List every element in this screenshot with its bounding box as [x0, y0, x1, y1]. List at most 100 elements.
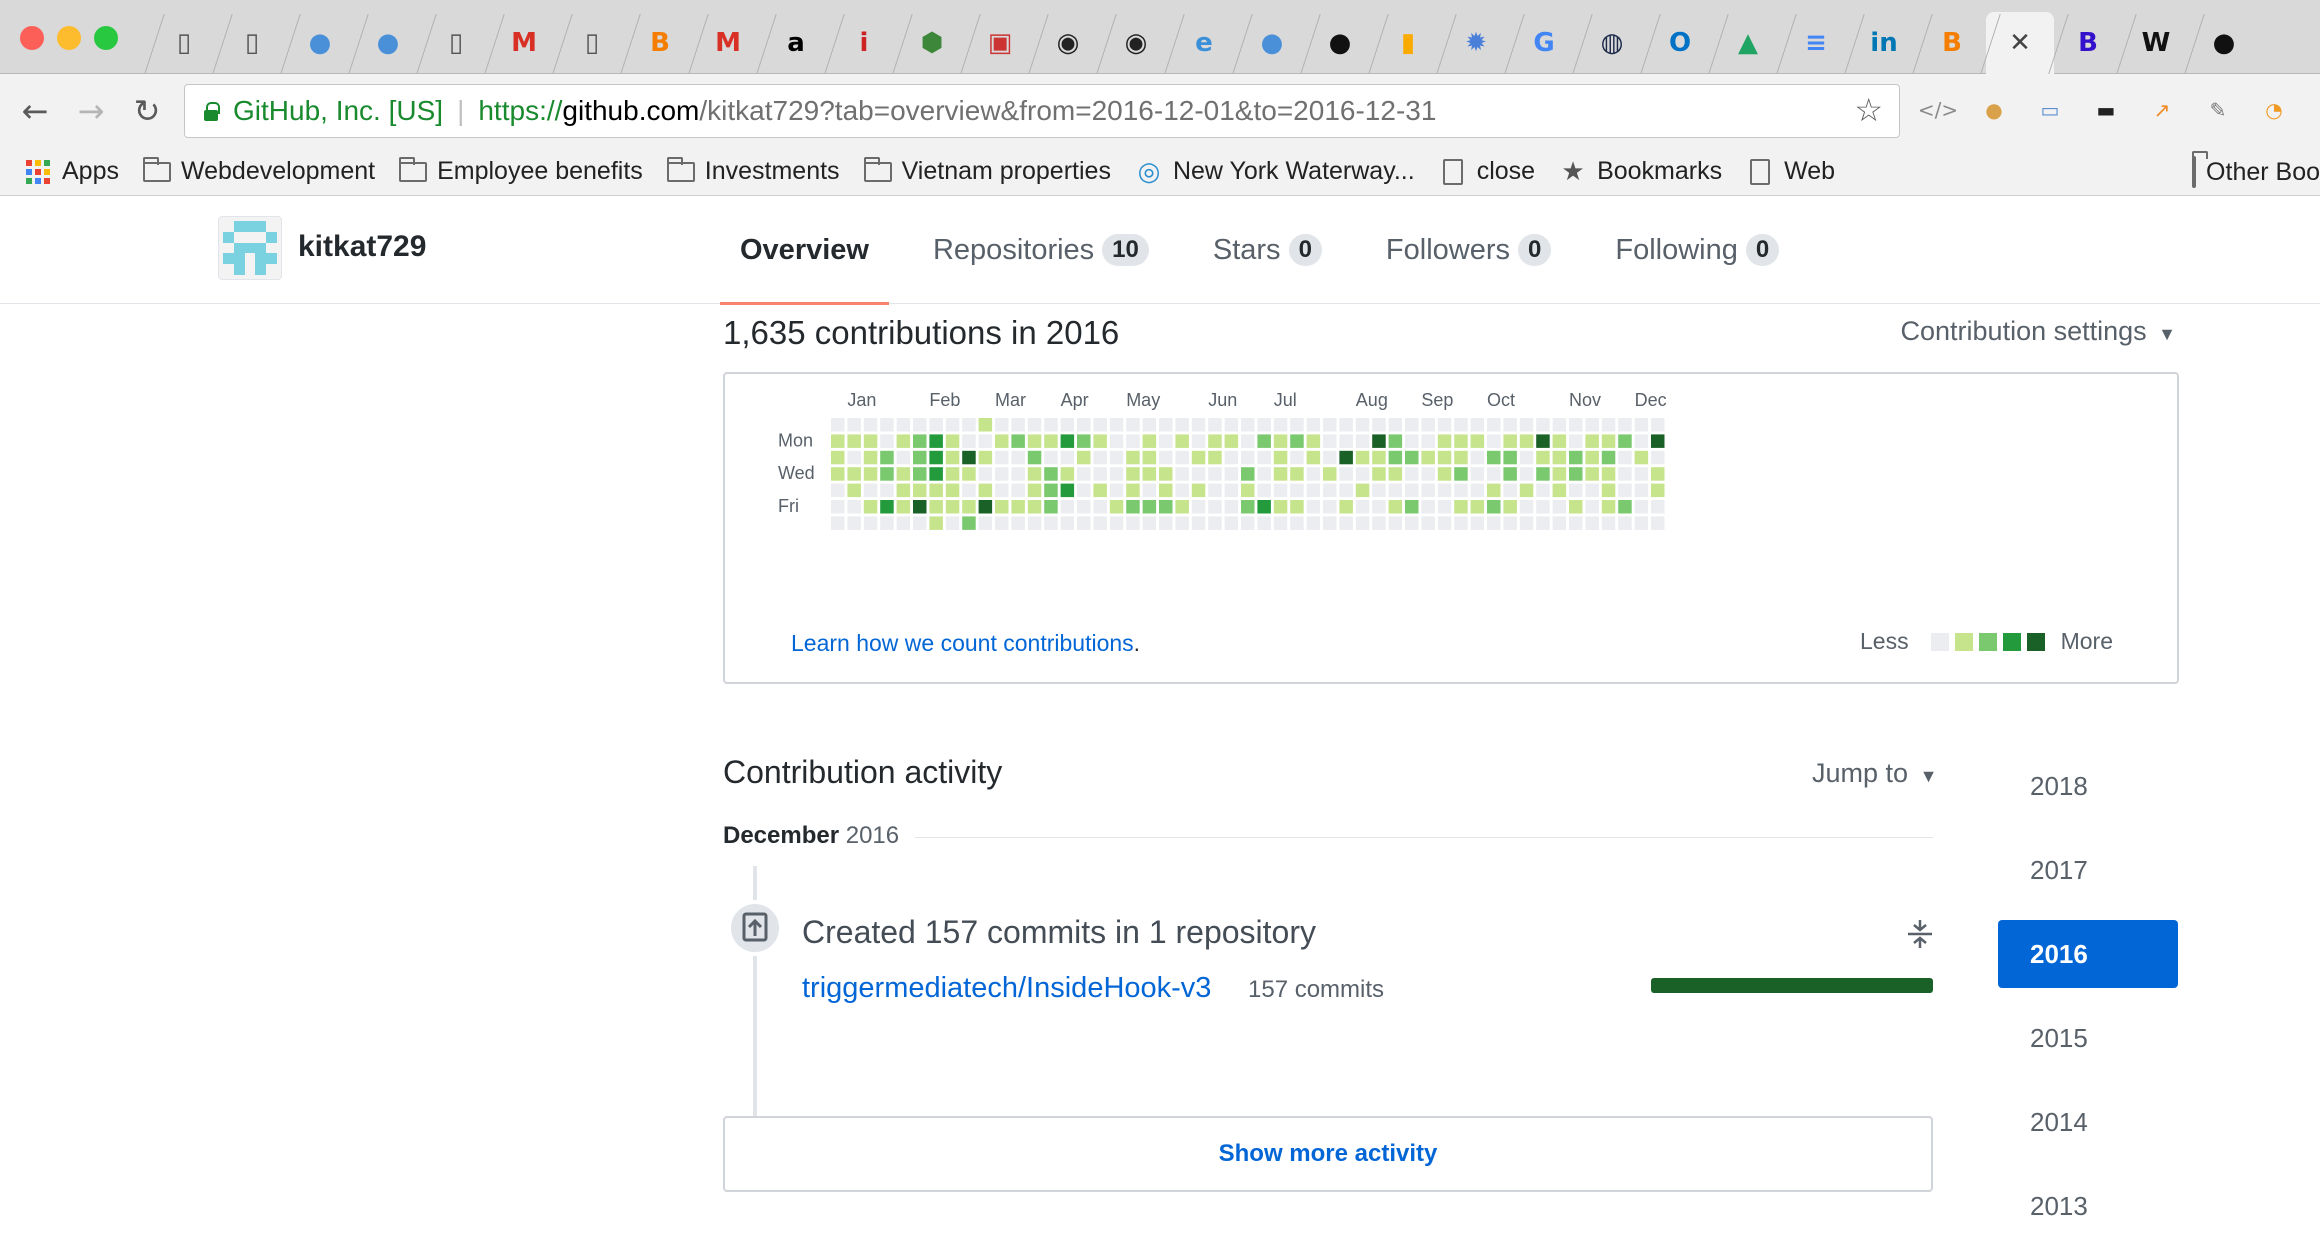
contribution-day[interactable]: [1159, 418, 1173, 432]
contribution-day[interactable]: [1634, 500, 1649, 514]
contribution-day[interactable]: [1405, 500, 1419, 514]
contribution-day[interactable]: [978, 434, 993, 448]
contribution-day[interactable]: [1355, 450, 1370, 465]
contribution-day[interactable]: [1454, 483, 1468, 498]
contribution-day[interactable]: [1421, 450, 1435, 465]
contribution-day[interactable]: [1487, 483, 1501, 498]
contribution-day[interactable]: [1339, 418, 1353, 432]
contribution-day[interactable]: [1503, 467, 1517, 481]
contribution-day[interactable]: [1027, 450, 1042, 465]
contribution-day[interactable]: [1027, 500, 1042, 514]
contribution-day[interactable]: [1208, 467, 1222, 481]
contribution-day[interactable]: [1536, 418, 1550, 432]
contribution-day[interactable]: [1011, 467, 1025, 481]
contribution-day[interactable]: [1126, 467, 1140, 481]
contribution-day[interactable]: [1585, 450, 1599, 465]
contribution-day[interactable]: [1536, 483, 1550, 498]
contribution-day[interactable]: [1536, 500, 1550, 514]
browser-tab[interactable]: in: [1850, 12, 1918, 74]
contribution-day[interactable]: [1421, 434, 1435, 448]
browser-tab[interactable]: a: [762, 12, 830, 74]
contribution-day[interactable]: [831, 418, 845, 432]
learn-contributions-link[interactable]: Learn how we count contributions.: [791, 630, 1140, 657]
contribution-day[interactable]: [1126, 450, 1140, 465]
contribution-day[interactable]: [913, 516, 927, 530]
contribution-day[interactable]: [1437, 467, 1452, 481]
contribution-day[interactable]: [863, 500, 878, 514]
browser-tab[interactable]: e: [1170, 12, 1238, 74]
contribution-day[interactable]: [1109, 483, 1124, 498]
contribution-day[interactable]: [1159, 467, 1173, 481]
contribution-day[interactable]: [1323, 434, 1337, 448]
show-more-activity-button[interactable]: Show more activity: [723, 1116, 1933, 1192]
contribution-day[interactable]: [978, 418, 993, 432]
browser-tab[interactable]: ◉: [1034, 12, 1102, 74]
contribution-day[interactable]: [1060, 434, 1075, 448]
commit-summary[interactable]: Created 157 commits in 1 repository: [802, 914, 1316, 951]
contribution-day[interactable]: [896, 467, 911, 481]
contribution-day[interactable]: [913, 418, 927, 432]
contribution-day[interactable]: [1323, 483, 1337, 498]
contribution-day[interactable]: [1651, 434, 1665, 448]
contribution-day[interactable]: [1651, 500, 1665, 514]
contribution-day[interactable]: [1634, 434, 1649, 448]
contribution-day[interactable]: [1224, 434, 1239, 448]
rss-icon[interactable]: ◔: [2256, 92, 2292, 128]
contribution-day[interactable]: [1454, 467, 1468, 481]
contribution-day[interactable]: [1027, 434, 1042, 448]
contribution-day[interactable]: [978, 516, 993, 530]
contribution-day[interactable]: [1273, 467, 1288, 481]
contribution-day[interactable]: [995, 467, 1009, 481]
contribution-day[interactable]: [880, 450, 894, 465]
contribution-day[interactable]: [1519, 500, 1534, 514]
contribution-day[interactable]: [1634, 516, 1649, 530]
contribution-day[interactable]: [1421, 467, 1435, 481]
contribution-day[interactable]: [1339, 450, 1353, 465]
contribution-day[interactable]: [1388, 483, 1403, 498]
contribution-day[interactable]: [1257, 418, 1271, 432]
contribution-day[interactable]: [1339, 516, 1353, 530]
contribution-day[interactable]: [1126, 418, 1140, 432]
contribution-day[interactable]: [1273, 483, 1288, 498]
contribution-day[interactable]: [1175, 434, 1189, 448]
year-2017[interactable]: 2017: [1998, 836, 2178, 904]
contribution-day[interactable]: [929, 467, 943, 481]
contribution-day[interactable]: [1306, 418, 1321, 432]
contribution-day[interactable]: [1405, 483, 1419, 498]
contribution-day[interactable]: [1421, 483, 1435, 498]
contribution-day[interactable]: [1536, 434, 1550, 448]
contribution-day[interactable]: [1601, 450, 1616, 465]
contribution-day[interactable]: [1191, 483, 1206, 498]
contribution-day[interactable]: [1060, 516, 1075, 530]
contribution-day[interactable]: [1372, 483, 1386, 498]
contribution-day[interactable]: [1060, 450, 1075, 465]
contribution-day[interactable]: [1241, 450, 1255, 465]
contribution-day[interactable]: [1241, 483, 1255, 498]
browser-tab[interactable]: ▯: [150, 12, 218, 74]
contribution-day[interactable]: [1569, 483, 1583, 498]
contribution-day[interactable]: [1273, 434, 1288, 448]
contribution-day[interactable]: [1618, 418, 1632, 432]
contribution-day[interactable]: [995, 450, 1009, 465]
contribution-day[interactable]: [1405, 467, 1419, 481]
contribution-day[interactable]: [995, 483, 1009, 498]
bookmark-item[interactable]: Apps: [24, 157, 119, 186]
contribution-day[interactable]: [1503, 500, 1517, 514]
browser-tab[interactable]: ✕: [1986, 12, 2054, 74]
contribution-day[interactable]: [1175, 418, 1189, 432]
contribution-day[interactable]: [1109, 450, 1124, 465]
contribution-day[interactable]: [1339, 434, 1353, 448]
contribution-day[interactable]: [1060, 483, 1075, 498]
contribution-day[interactable]: [1093, 450, 1107, 465]
jump-to-dropdown[interactable]: Jump to ▼: [1812, 758, 1937, 789]
year-2015[interactable]: 2015: [1998, 1004, 2178, 1072]
close-window-button[interactable]: [20, 26, 44, 50]
bookmark-item[interactable]: Employee benefits: [399, 156, 643, 186]
contribution-day[interactable]: [1601, 483, 1616, 498]
browser-tab[interactable]: B: [2054, 12, 2122, 74]
contribution-day[interactable]: [1437, 418, 1452, 432]
contribution-day[interactable]: [1093, 418, 1107, 432]
contribution-day[interactable]: [1454, 434, 1468, 448]
contribution-day[interactable]: [1519, 434, 1534, 448]
contribution-day[interactable]: [1454, 500, 1468, 514]
